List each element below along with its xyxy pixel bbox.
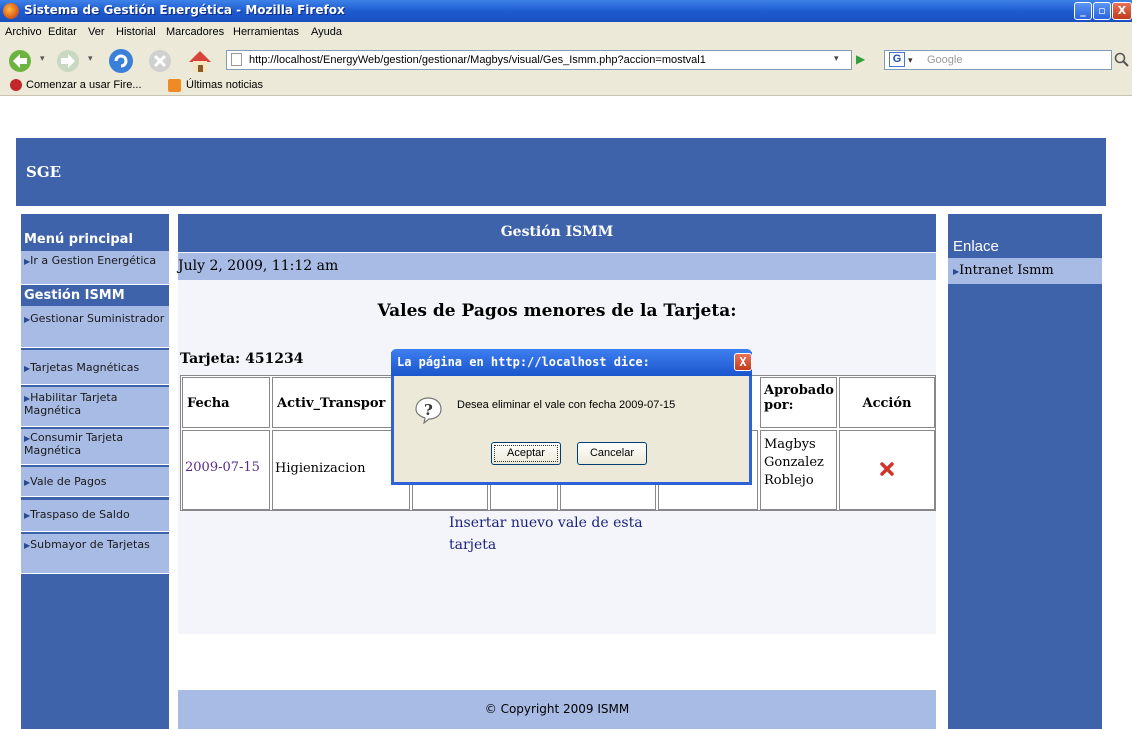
menu-editar[interactable]: Editar bbox=[48, 26, 77, 38]
stop-icon[interactable] bbox=[148, 49, 174, 73]
date-bar: July 2, 2009, 11:12 am bbox=[178, 253, 936, 280]
engine-dropdown-icon[interactable]: ▾ bbox=[908, 51, 913, 69]
sidebar-item-submayor[interactable]: ▶Submayor de Tarjetas bbox=[21, 534, 169, 574]
firefox-bookmark-icon bbox=[10, 79, 22, 91]
forward-dropdown-icon[interactable]: ▾ bbox=[88, 54, 93, 64]
sidebar-item-label: Habilitar Tarjeta Magnética bbox=[24, 391, 118, 417]
dialog-message: Desea eliminar el vale con fecha 2009-07… bbox=[457, 399, 676, 411]
sidebar-item-label: Vale de Pagos bbox=[30, 475, 107, 488]
sidebar-item-label: Consumir Tarjeta Magnética bbox=[24, 431, 124, 457]
svg-text:?: ? bbox=[424, 401, 433, 419]
question-icon: ? bbox=[415, 397, 442, 424]
delete-icon[interactable] bbox=[880, 462, 894, 476]
menu-archivo[interactable]: Archivo bbox=[5, 26, 42, 38]
accept-button[interactable]: Aceptar bbox=[491, 442, 561, 465]
sidebar-item-vale-de-pagos[interactable]: ▶Vale de Pagos bbox=[21, 467, 169, 497]
back-icon[interactable] bbox=[8, 49, 36, 73]
cell-aprobado: Magbys Gonzalez Roblejo bbox=[760, 430, 837, 510]
close-icon[interactable]: X bbox=[1112, 2, 1132, 20]
rss-icon bbox=[168, 79, 181, 92]
url-text: http://localhost/EnergyWeb/gestion/gesti… bbox=[249, 54, 706, 66]
sidebar-item-gestionar-suministrador[interactable]: ▶Gestionar Suministrador bbox=[21, 306, 169, 348]
google-engine-icon[interactable]: G bbox=[889, 52, 905, 67]
back-dropdown-icon[interactable]: ▾ bbox=[40, 54, 45, 64]
link-label: Intranet Ismm bbox=[959, 263, 1054, 278]
card-label: Tarjeta: 451234 bbox=[180, 351, 304, 367]
bookmark-getting-started[interactable]: Comenzar a usar Fire... bbox=[26, 79, 142, 91]
menu-marcadores[interactable]: Marcadores bbox=[166, 26, 224, 38]
maximize-icon[interactable]: ▫ bbox=[1093, 2, 1111, 20]
minimize-icon[interactable]: _ bbox=[1074, 2, 1092, 20]
forward-icon[interactable] bbox=[56, 49, 82, 73]
menu-ayuda[interactable]: Ayuda bbox=[311, 26, 342, 38]
table-header-aprobado: Aprobado por: bbox=[760, 377, 837, 428]
window-titlebar: Sistema de Gestión Energética - Mozilla … bbox=[0, 0, 1132, 22]
table-header-fecha: Fecha bbox=[182, 377, 270, 428]
search-placeholder: Google bbox=[927, 54, 963, 66]
links-heading: Enlace bbox=[953, 238, 999, 255]
window-title: Sistema de Gestión Energética - Mozilla … bbox=[24, 3, 345, 17]
url-bar[interactable]: http://localhost/EnergyWeb/gestion/gesti… bbox=[226, 50, 852, 70]
sidebar-item-label: Gestionar Suministrador bbox=[30, 312, 165, 325]
sidebar-item-label: Submayor de Tarjetas bbox=[30, 538, 150, 551]
navigation-toolbar: ▾ ▾ http://localhost/EnergyWeb/gestion/g… bbox=[0, 44, 1132, 96]
dialog-close-icon[interactable]: X bbox=[734, 353, 752, 371]
sidebar-item-tarjetas-magneticas[interactable]: ▶Tarjetas Magnéticas bbox=[21, 350, 169, 385]
main-menu-heading: Menú principal bbox=[24, 232, 133, 247]
search-icon[interactable] bbox=[1114, 52, 1130, 68]
menu-historial[interactable]: Historial bbox=[116, 26, 156, 38]
page-heading: Vales de Pagos menores de la Tarjeta: bbox=[377, 301, 737, 321]
menubar: Archivo Editar Ver Historial Marcadores … bbox=[0, 22, 1132, 44]
site-logo: SGE bbox=[26, 163, 62, 181]
sidebar-item-gestion-energetica[interactable]: ▶Ir a Gestion Energética bbox=[21, 251, 169, 285]
reload-icon[interactable] bbox=[108, 48, 136, 74]
go-icon[interactable]: ▶ bbox=[856, 52, 865, 66]
right-sidebar: Enlace ▶Intranet Ismm bbox=[948, 214, 1102, 729]
footer: © Copyright 2009 ISMM bbox=[178, 690, 936, 729]
dialog-titlebar: La página en http://localhost dice: X bbox=[391, 349, 752, 376]
menu-herramientas[interactable]: Herramientas bbox=[233, 26, 299, 38]
section-heading: Gestión ISMM bbox=[24, 288, 125, 303]
firefox-icon bbox=[3, 3, 19, 19]
cell-actividad: Higienizacion bbox=[272, 430, 410, 510]
left-sidebar: Menú principal ▶Ir a Gestion Energética … bbox=[21, 214, 169, 729]
page-viewport: SGE Menú principal ▶Ir a Gestion Energét… bbox=[0, 97, 1132, 729]
page-icon bbox=[231, 53, 242, 66]
insert-voucher-link[interactable]: Insertar nuevo vale de esta tarjeta bbox=[449, 512, 649, 556]
sidebar-item-habilitar-tarjeta[interactable]: ▶Habilitar Tarjeta Magnética bbox=[21, 387, 169, 427]
cell-fecha[interactable]: 2009-07-15 bbox=[182, 430, 270, 510]
link-intranet[interactable]: ▶Intranet Ismm bbox=[948, 258, 1102, 284]
sidebar-item-consumir-tarjeta[interactable]: ▶Consumir Tarjeta Magnética bbox=[21, 429, 169, 465]
sidebar-item-label: Traspaso de Saldo bbox=[30, 508, 130, 521]
sidebar-item-label: Ir a Gestion Energética bbox=[30, 254, 157, 267]
menu-ver[interactable]: Ver bbox=[88, 26, 105, 38]
sidebar-item-traspaso-de-saldo[interactable]: ▶Traspaso de Saldo bbox=[21, 500, 169, 532]
home-icon[interactable] bbox=[186, 48, 214, 74]
content-title: Gestión ISMM bbox=[178, 214, 936, 252]
bookmarks-toolbar: Comenzar a usar Fire... Últimas noticias bbox=[0, 76, 1132, 96]
cancel-button[interactable]: Cancelar bbox=[577, 442, 647, 465]
table-header-accion: Acción bbox=[839, 377, 935, 428]
site-header: SGE bbox=[16, 138, 1106, 206]
dialog-title: La página en http://localhost dice: bbox=[397, 355, 650, 369]
sidebar-item-label: Tarjetas Magnéticas bbox=[30, 361, 140, 374]
confirm-dialog: La página en http://localhost dice: X ? … bbox=[391, 349, 752, 485]
table-header-actividad: Activ_Transpor bbox=[272, 377, 410, 428]
search-input[interactable]: G ▾ Google bbox=[884, 50, 1112, 70]
bookmark-latest-news[interactable]: Últimas noticias bbox=[186, 79, 263, 91]
url-dropdown-icon[interactable]: ▾ bbox=[834, 54, 839, 64]
cell-accion bbox=[839, 430, 935, 510]
